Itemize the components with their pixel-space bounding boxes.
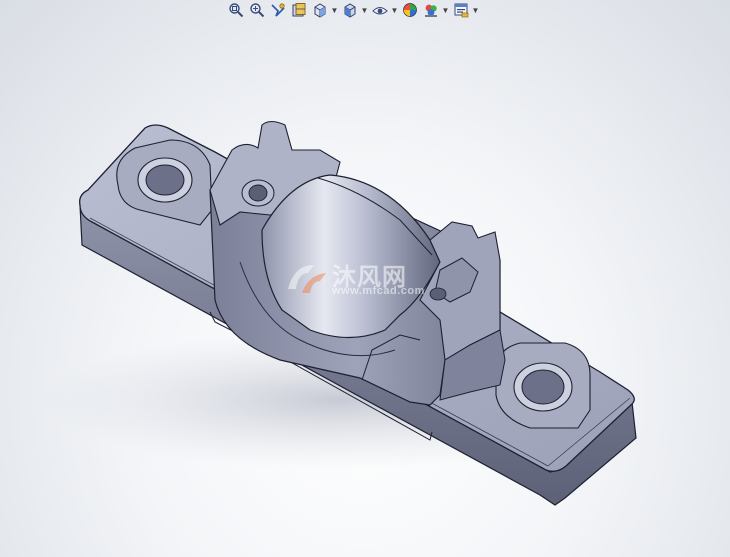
- right-small-hole: [429, 287, 447, 301]
- model-3d-view[interactable]: [0, 0, 730, 557]
- left-bolt-hole-inner: [145, 164, 185, 196]
- grease-nipple-hole-inner: [248, 184, 268, 202]
- right-bolt-hole-inner: [521, 369, 565, 405]
- graphics-area[interactable]: ▼ ▼ ▼ ▼ ▼ 沐风网 www.mfcad.com: [0, 0, 730, 557]
